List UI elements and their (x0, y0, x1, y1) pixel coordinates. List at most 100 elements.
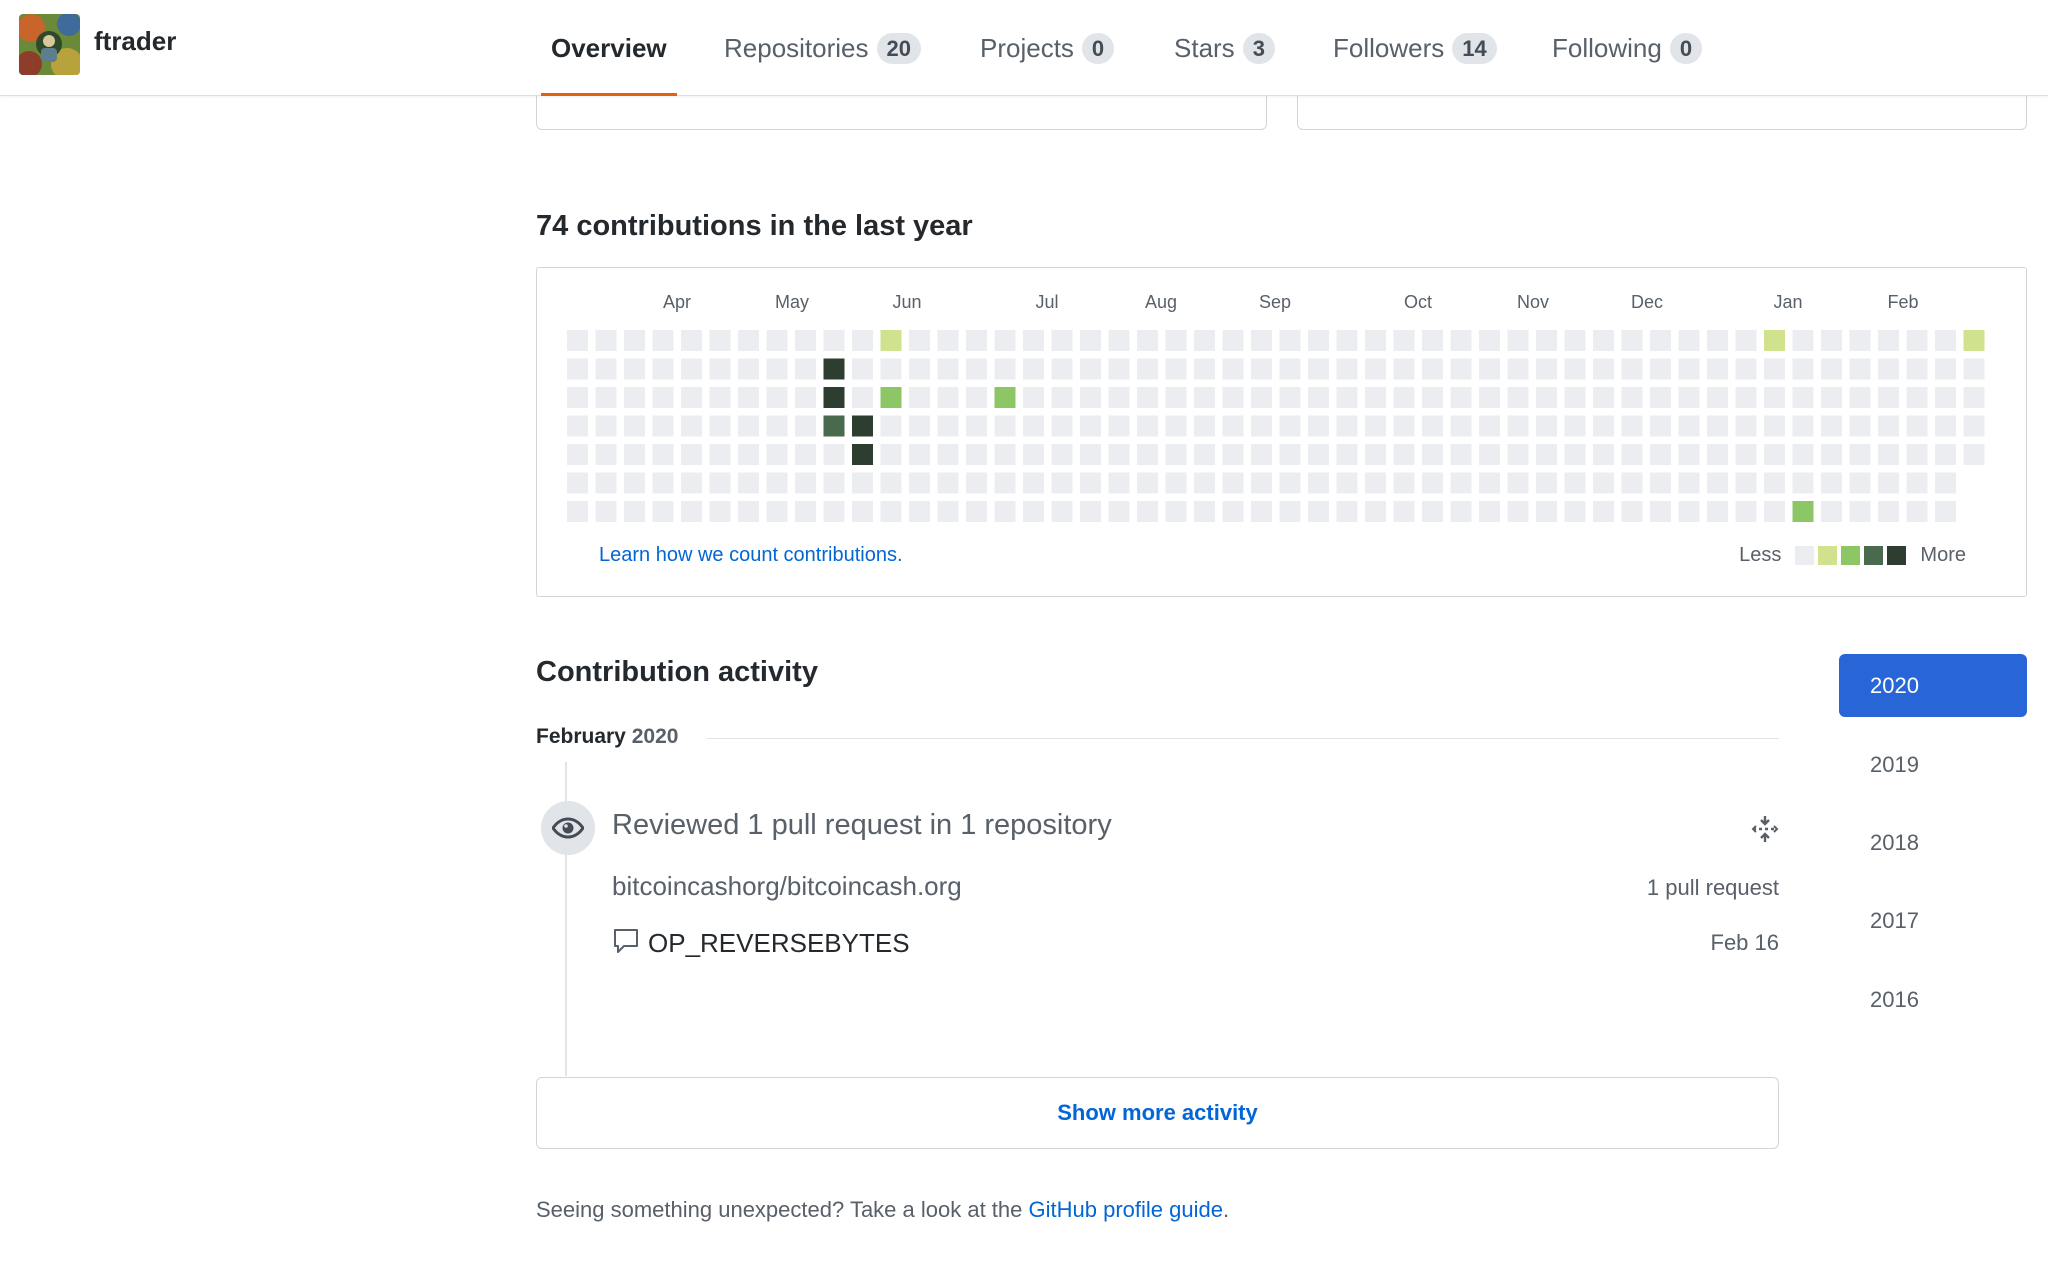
contribution-day[interactable] (1393, 330, 1415, 351)
contribution-day[interactable] (1678, 444, 1700, 465)
contribution-day[interactable] (567, 444, 588, 465)
contribution-day[interactable] (1906, 472, 1928, 494)
contribution-day[interactable] (766, 358, 788, 380)
contribution-day[interactable] (1422, 501, 1443, 522)
contribution-day[interactable] (1507, 501, 1529, 522)
contribution-day[interactable] (1137, 501, 1158, 522)
contribution-day[interactable] (1422, 358, 1443, 380)
contribution-day[interactable] (652, 472, 674, 494)
contribution-day[interactable] (994, 358, 1016, 380)
contribution-day[interactable] (852, 387, 873, 408)
contribution-day[interactable] (1336, 358, 1358, 380)
repository-link[interactable]: bitcoincashorg/bitcoincash.org (612, 871, 962, 902)
contribution-day[interactable] (1593, 472, 1614, 494)
contribution-day[interactable] (1849, 358, 1871, 380)
contribution-day[interactable] (1821, 358, 1842, 380)
contribution-day[interactable] (880, 358, 902, 380)
contribution-day[interactable] (966, 358, 987, 380)
contribution-day[interactable] (1422, 330, 1443, 351)
contribution-day[interactable] (1450, 330, 1472, 351)
contribution-day[interactable] (709, 387, 731, 408)
contribution-day[interactable] (1308, 358, 1329, 380)
contribution-day[interactable] (1507, 415, 1529, 437)
contribution-day[interactable] (652, 387, 674, 408)
contribution-day[interactable] (1194, 472, 1215, 494)
contribution-day[interactable] (1678, 415, 1700, 437)
contribution-day[interactable] (1336, 501, 1358, 522)
contribution-day[interactable] (1251, 444, 1272, 465)
contribution-day[interactable] (1821, 472, 1842, 494)
tab-followers[interactable]: Followers 14 (1333, 0, 1497, 96)
contribution-day[interactable] (880, 415, 902, 437)
contribution-day[interactable] (1821, 501, 1842, 522)
contribution-day[interactable] (909, 387, 930, 408)
contribution-day[interactable] (1792, 330, 1814, 351)
review-summary[interactable]: Reviewed 1 pull request in 1 repository (612, 809, 1112, 842)
contribution-day[interactable] (1336, 444, 1358, 465)
contribution-day[interactable] (1593, 444, 1614, 465)
contribution-day[interactable] (1507, 330, 1529, 351)
contribution-day[interactable] (994, 444, 1016, 465)
contribution-day[interactable] (1507, 387, 1529, 408)
contribution-day[interactable] (709, 358, 731, 380)
contribution-day[interactable] (909, 358, 930, 380)
contribution-day[interactable] (1080, 415, 1101, 437)
contribution-day[interactable] (1279, 415, 1301, 437)
contribution-day[interactable] (1849, 472, 1871, 494)
contribution-day[interactable] (1650, 415, 1671, 437)
contribution-day[interactable] (1450, 472, 1472, 494)
contribution-day[interactable] (1906, 501, 1928, 522)
contribution-day[interactable] (1621, 330, 1643, 351)
contribution-day[interactable] (1621, 358, 1643, 380)
contribution-day[interactable] (1593, 330, 1614, 351)
contribution-day[interactable] (909, 501, 930, 522)
contribution-day[interactable] (1308, 330, 1329, 351)
contribution-day[interactable] (1479, 358, 1500, 380)
contribution-day[interactable] (1137, 415, 1158, 437)
contribution-day[interactable] (1194, 415, 1215, 437)
contribution-day[interactable] (966, 472, 987, 494)
contribution-day[interactable] (595, 472, 617, 494)
contribution-day[interactable] (795, 472, 816, 494)
contribution-day[interactable] (795, 501, 816, 522)
contribution-day[interactable] (1108, 415, 1130, 437)
contribution-day[interactable] (1137, 472, 1158, 494)
contribution-day[interactable] (823, 444, 845, 465)
contribution-day[interactable] (1821, 444, 1842, 465)
contribution-day[interactable] (1650, 330, 1671, 351)
contribution-day[interactable] (709, 415, 731, 437)
contribution-day[interactable] (1165, 387, 1187, 408)
contribution-day[interactable] (595, 444, 617, 465)
contribution-day[interactable] (1507, 358, 1529, 380)
pull-request-title[interactable]: OP_REVERSEBYTES (648, 928, 910, 959)
contribution-day[interactable] (994, 387, 1016, 408)
contribution-day[interactable] (880, 387, 902, 408)
contribution-day[interactable] (766, 330, 788, 351)
contribution-day[interactable] (966, 415, 987, 437)
contribution-day[interactable] (681, 358, 702, 380)
contribution-day[interactable] (1764, 358, 1785, 380)
contribution-day[interactable] (1023, 330, 1044, 351)
contribution-day[interactable] (1963, 444, 1985, 465)
contribution-day[interactable] (1593, 358, 1614, 380)
contribution-day[interactable] (1108, 501, 1130, 522)
contribution-day[interactable] (1849, 330, 1871, 351)
contribution-day[interactable] (1165, 472, 1187, 494)
contribution-day[interactable] (1479, 387, 1500, 408)
contribution-day[interactable] (1450, 358, 1472, 380)
contribution-day[interactable] (1165, 501, 1187, 522)
contribution-day[interactable] (880, 501, 902, 522)
contribution-day[interactable] (1479, 472, 1500, 494)
contribution-day[interactable] (1963, 387, 1985, 408)
contribution-day[interactable] (1023, 444, 1044, 465)
contribution-day[interactable] (966, 501, 987, 522)
contribution-day[interactable] (1963, 415, 1985, 437)
year-2019[interactable]: 2019 (1839, 733, 2027, 796)
contribution-day[interactable] (652, 358, 674, 380)
contribution-day[interactable] (1165, 358, 1187, 380)
contribution-day[interactable] (766, 472, 788, 494)
contribution-day[interactable] (1849, 444, 1871, 465)
contribution-day[interactable] (880, 472, 902, 494)
user-avatar[interactable] (19, 14, 80, 75)
pull-request-count[interactable]: 1 pull request (1647, 875, 1779, 901)
